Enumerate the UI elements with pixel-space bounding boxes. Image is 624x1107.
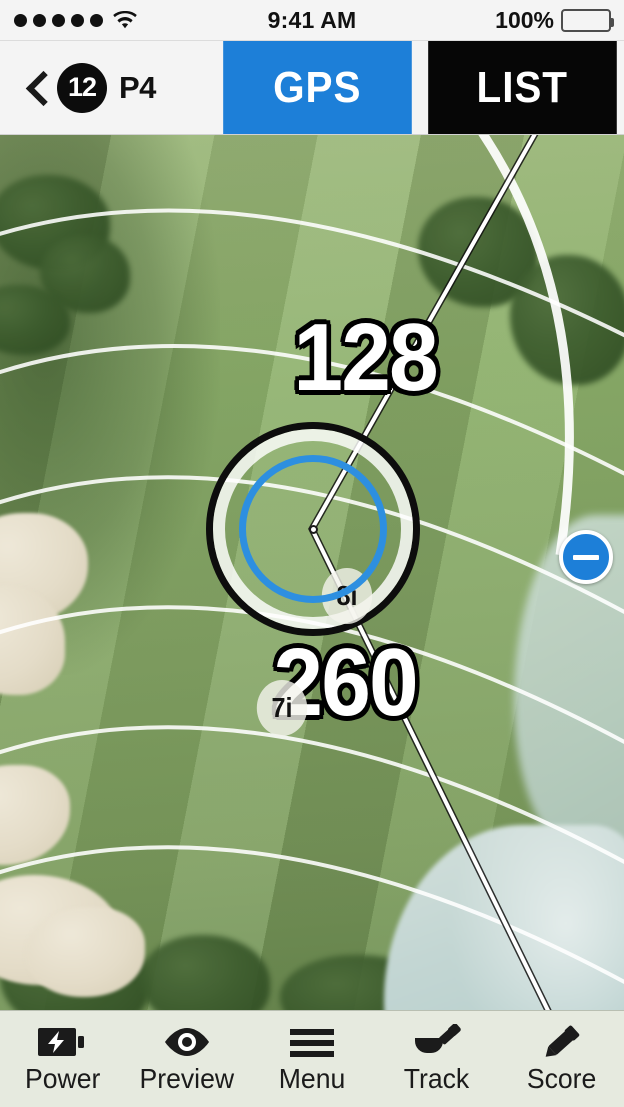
tab-gps[interactable]: GPS: [223, 41, 412, 134]
bottom-toolbar: Power Preview Menu Track Score: [0, 1010, 624, 1107]
minus-icon: [573, 554, 599, 560]
toolbar-label-track: Track: [404, 1063, 470, 1094]
toolbar-item-menu[interactable]: Menu: [250, 1011, 375, 1107]
battery-bolt-icon: [37, 1022, 87, 1062]
navigation-bar: 12 P4 GPS LIST: [0, 41, 624, 135]
toolbar-item-score[interactable]: Score: [499, 1011, 624, 1107]
zoom-out-button[interactable]: [559, 530, 613, 584]
status-bar: 9:41 AM 100%: [0, 0, 624, 41]
battery-percent-label: 100%: [495, 6, 554, 33]
club-marker-7i[interactable]: 7i: [256, 680, 308, 736]
pencil-icon: [539, 1022, 585, 1062]
hole-number-badge[interactable]: 12: [57, 62, 107, 113]
distance-front-label: 128: [293, 304, 438, 411]
toolbar-label-menu: Menu: [278, 1063, 346, 1094]
tab-list[interactable]: LIST: [427, 41, 616, 134]
gps-course-map[interactable]: 128 260 8i 7i: [0, 135, 624, 1010]
hamburger-menu-icon: [287, 1022, 337, 1062]
par-label: P4: [119, 69, 156, 105]
eye-icon: [161, 1022, 213, 1062]
toolbar-item-track[interactable]: Track: [374, 1011, 499, 1107]
status-bar-right: 100%: [495, 7, 624, 34]
toolbar-label-score: Score: [526, 1063, 597, 1094]
phone-screen: 9:41 AM 100% 12 P4 GPS LIST 128 260 8i 7…: [0, 0, 624, 1107]
battery-full-icon: [561, 8, 614, 32]
toolbar-item-preview[interactable]: Preview: [125, 1011, 250, 1107]
toolbar-label-power: Power: [24, 1063, 101, 1094]
golf-club-icon: [411, 1022, 463, 1062]
toolbar-item-power[interactable]: Power: [0, 1011, 125, 1107]
toolbar-label-preview: Preview: [139, 1063, 235, 1094]
target-center-dot: [309, 525, 318, 534]
hole-selector[interactable]: 12 P4: [0, 41, 215, 134]
chevron-left-icon[interactable]: [28, 73, 45, 103]
target-ring-group[interactable]: 8i 7i: [206, 422, 420, 736]
